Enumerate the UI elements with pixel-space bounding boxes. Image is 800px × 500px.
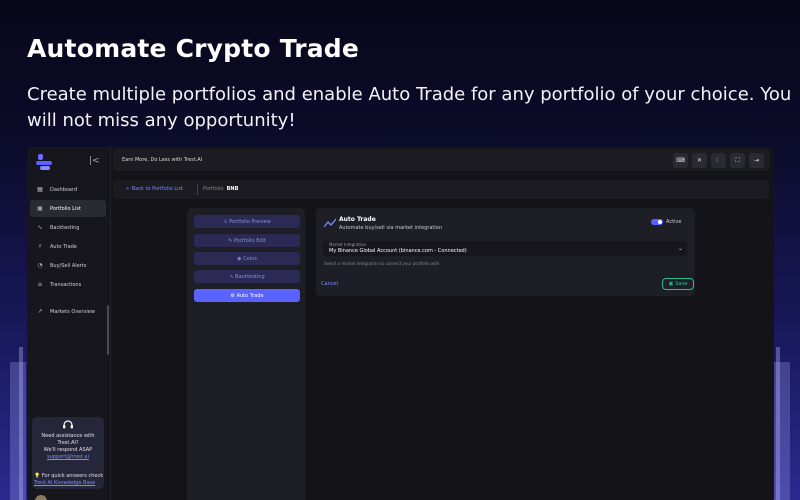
sidebar-item-markets-overview[interactable]: ↗ Markets Overview [30, 303, 106, 320]
tab-portfolio-edit[interactable]: ✎ Portfolio Edit [194, 234, 300, 247]
breadcrumb-divider [197, 184, 198, 195]
tab-label: Backtesting [235, 273, 265, 280]
tab-label: Portfolio Edit [233, 237, 266, 244]
sidebar-item-portfolio-list[interactable]: ▣ Portfolio List [30, 200, 106, 217]
lightbulb-icon: 💡 [34, 473, 41, 479]
sidebar-scrollbar[interactable] [107, 305, 109, 355]
tab-label: Coins [243, 255, 257, 262]
knowledge-base-link[interactable]: Trest.AI Knowledge Base [34, 480, 104, 487]
collapse-sidebar-icon[interactable]: |< [89, 156, 100, 166]
theme-toggle-icon[interactable]: ☾ [711, 153, 726, 168]
top-bar-actions: ⌨ ✕ ☾ ⛶ ⇥ [673, 153, 764, 168]
breadcrumb-value: BNB [226, 186, 239, 192]
decorative-bar [776, 347, 780, 500]
chevron-down-icon: ⌄ [677, 245, 683, 252]
sidebar-item-dashboard[interactable]: ▦ Dashboard [30, 181, 106, 198]
tab-auto-trade[interactable]: ⚙ Auto Trade [194, 289, 300, 302]
avatar[interactable] [35, 495, 47, 500]
sidebar-item-label: Auto Trade [50, 243, 77, 250]
chart-line-icon: ∿ [37, 224, 43, 231]
mute-notifications-icon[interactable]: ✕ [692, 153, 707, 168]
save-icon: ▣ [668, 281, 674, 287]
support-email-link[interactable]: support@trest.ai [32, 454, 104, 461]
list-icon: ≡ [37, 281, 43, 288]
tab-label: Portfolio Preview [229, 218, 271, 225]
trend-icon [324, 218, 336, 228]
breadcrumb-current: Portfolio BNB [203, 186, 238, 192]
fullscreen-icon[interactable]: ⛶ [730, 153, 745, 168]
sidebar-nav: ▦ Dashboard ▣ Portfolio List ∿ Backtesting … [30, 181, 106, 322]
quick-answers-text: For quick answers check [41, 473, 104, 479]
integration-hint: Select a market integration to connect y… [324, 261, 440, 266]
sidebar-item-label: Backtesting [50, 224, 80, 231]
tab-portfolio-preview[interactable]: ⚠ Portfolio Preview [194, 215, 300, 228]
save-button-label: Save [675, 281, 688, 287]
hero-title: Automate Crypto Trade [27, 34, 360, 63]
breadcrumb: ← Back to Portfolio List Portfolio BNB [113, 180, 769, 199]
hero-subtitle: Create multiple portfolios and enable Au… [27, 84, 792, 131]
alert-icon: ◔ [37, 262, 43, 269]
sidebar: |< ▦ Dashboard ▣ Portfolio List ∿ Backtesti… [27, 147, 111, 500]
app-window: |< ▦ Dashboard ▣ Portfolio List ∿ Backtesti… [27, 147, 774, 500]
sidebar-item-auto-trade[interactable]: ⚡ Auto Trade [30, 238, 106, 255]
markets-icon: ↗ [37, 308, 43, 315]
active-toggle-label: Active [666, 219, 682, 225]
help-line3: We'll respond ASAP [43, 447, 93, 453]
sidebar-item-label: Dashboard [50, 186, 78, 193]
decorative-bar [10, 362, 26, 500]
market-integration-select[interactable]: Market Integration My Binance Global Acc… [323, 241, 687, 256]
tagline: Earn More, Do Less with Trest.AI [122, 157, 203, 163]
market-integration-value: My Binance Global Account (binance.com -… [329, 248, 467, 254]
help-line2: Trest.AI? [57, 440, 79, 446]
logout-icon[interactable]: ⇥ [749, 153, 764, 168]
keyboard-icon[interactable]: ⌨ [673, 153, 688, 168]
auto-trade-subtitle: Automate buy/sell via market integration [339, 225, 443, 231]
back-link[interactable]: ← Back to Portfolio List [126, 186, 183, 192]
help-box: Need assistance with Trest.AI? We'll res… [32, 417, 104, 489]
top-bar: Earn More, Do Less with Trest.AI ⌨ ✕ ☾ ⛶… [113, 149, 770, 171]
sidebar-item-label: Transactions [50, 281, 82, 288]
sidebar-item-buy-sell-alerts[interactable]: ◔ Buy/Sell Alerts [30, 257, 106, 274]
tab-backtesting[interactable]: ∿ Backtesting [194, 270, 300, 283]
portfolio-icon: ▣ [37, 205, 43, 212]
portfolio-tabs-panel: ⚠ Portfolio Preview ✎ Portfolio Edit ◉ C… [187, 208, 305, 500]
help-line1: Need assistance with [41, 433, 95, 439]
sidebar-item-transactions[interactable]: ≡ Transactions [30, 276, 106, 293]
market-integration-label: Market Integration [329, 242, 367, 247]
sidebar-item-backtesting[interactable]: ∿ Backtesting [30, 219, 106, 236]
sidebar-item-label: Markets Overview [50, 308, 95, 315]
save-button[interactable]: ▣ Save [662, 278, 694, 290]
auto-trade-title: Auto Trade [339, 216, 376, 223]
grid-icon: ▦ [37, 186, 43, 193]
sidebar-item-label: Portfolio List [50, 205, 81, 212]
headset-icon [63, 420, 73, 429]
active-toggle[interactable] [651, 219, 663, 225]
breadcrumb-label: Portfolio [203, 186, 224, 192]
logo-icon [36, 154, 52, 170]
auto-trade-card: Auto Trade Automate buy/sell via market … [316, 208, 695, 296]
tab-coins[interactable]: ◉ Coins [194, 252, 300, 265]
back-link-label: Back to Portfolio List [131, 186, 184, 192]
auto-trade-icon: ⚡ [37, 243, 43, 250]
quick-answers: 💡 For quick answers check Trest.AI Knowl… [34, 473, 104, 487]
cancel-button[interactable]: Cancel [321, 281, 338, 287]
nav-divider [30, 295, 106, 303]
tab-label: Auto Trade [236, 292, 264, 299]
decorative-bar [19, 347, 23, 500]
sidebar-item-label: Buy/Sell Alerts [50, 262, 87, 269]
